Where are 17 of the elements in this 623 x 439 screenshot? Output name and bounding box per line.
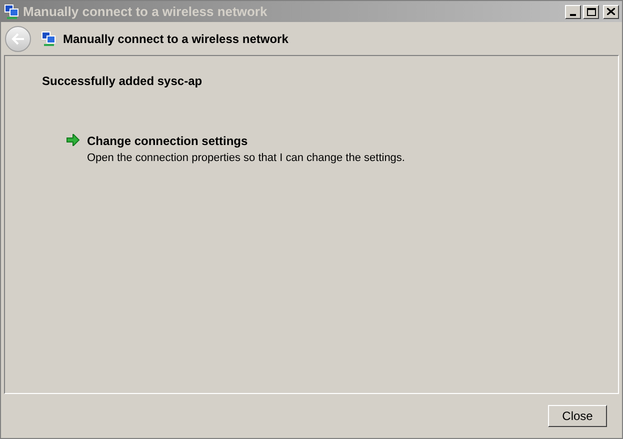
minimize-button[interactable] [565, 4, 581, 18]
status-message: Successfully added sysc-ap [42, 73, 204, 90]
close-icon [607, 8, 615, 15]
option-description: Open the connection properties so that I can change the settings. [87, 151, 405, 166]
close-button[interactable]: Close [548, 405, 607, 427]
network-icon [41, 30, 57, 46]
back-button[interactable] [5, 26, 31, 52]
close-window-button[interactable] [603, 4, 619, 18]
minimize-icon [570, 14, 576, 16]
window-title: Manually connect to a wireless network [23, 2, 268, 21]
page-title: Manually connect to a wireless network [63, 30, 288, 48]
network-icon [4, 4, 20, 20]
maximize-icon [586, 8, 596, 16]
option-link[interactable]: Change connection settings [87, 132, 405, 150]
back-arrow-icon [11, 32, 25, 44]
maximize-button[interactable] [583, 4, 599, 18]
arrow-icon [66, 134, 80, 146]
